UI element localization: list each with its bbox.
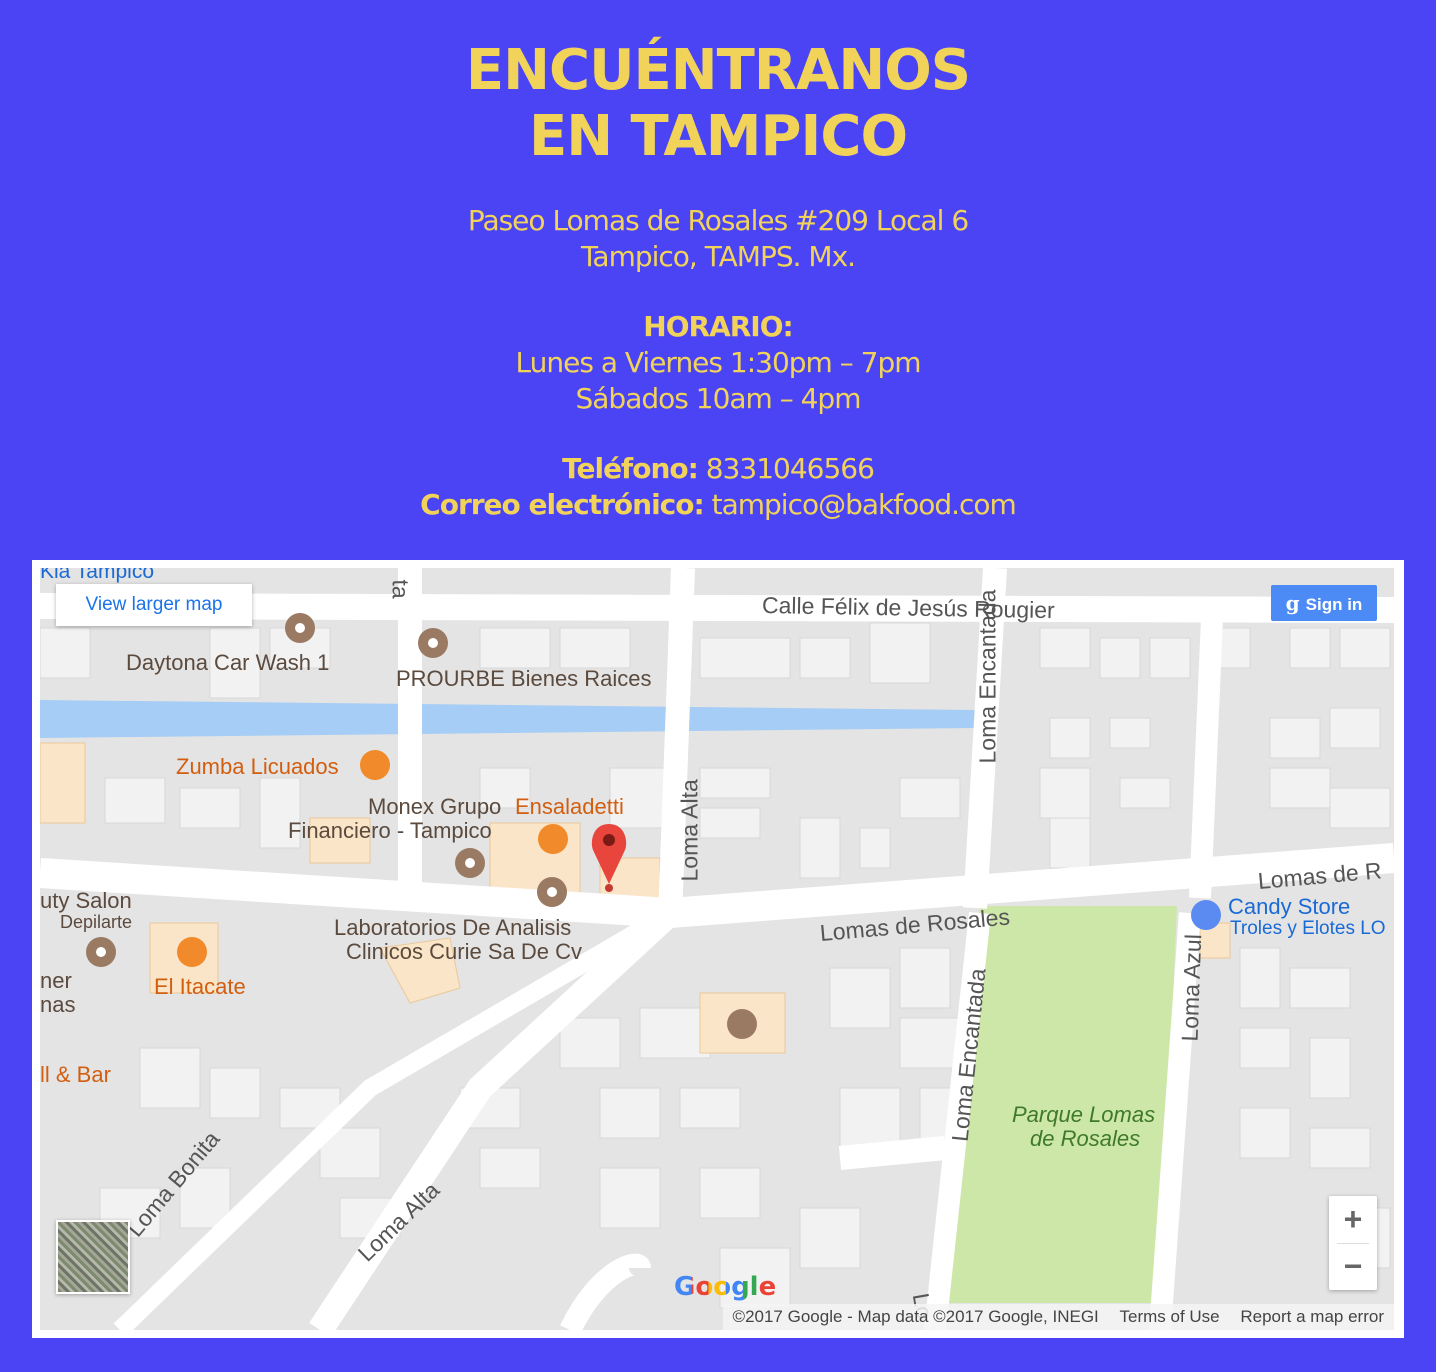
sign-in-button[interactable]: g Sign in (1271, 585, 1377, 621)
poi-daytona[interactable]: Daytona Car Wash 1 (126, 650, 329, 676)
title-line-1: ENCUÉNTRANOS (465, 38, 971, 103)
report-error-link[interactable]: Report a map error (1232, 1307, 1384, 1326)
road-felix: Calle Félix de Jesús Rougier (761, 592, 1055, 624)
road-azul: Loma Azul (1176, 933, 1207, 1042)
page-title: ENCUÉNTRANOS EN TAMPICO (0, 38, 1436, 170)
poi-monex-line1[interactable]: Monex Grupo (368, 794, 501, 820)
poi-ensaladetti[interactable]: Ensaladetti (515, 794, 624, 820)
poi-partial-nas[interactable]: nas (40, 992, 75, 1018)
poi-salon-line2[interactable]: Depilarte (60, 912, 132, 933)
poi-lab-line2[interactable]: Clinicos Curie Sa De Cv (346, 939, 582, 965)
title-line-2: EN TAMPICO (528, 104, 908, 169)
poi-troles[interactable]: Troles y Elotes LO (1230, 918, 1386, 940)
poi-zumba[interactable]: Zumba Licuados (176, 754, 339, 780)
zoom-out-button[interactable]: − (1329, 1243, 1377, 1290)
hours-label: HORARIO: (643, 310, 793, 343)
poi-kia-tampico[interactable]: Kia Tampico (40, 568, 154, 584)
address-line-2: Tampico, TAMPS. Mx. (580, 240, 856, 273)
poi-candy-store[interactable]: Candy Store (1228, 894, 1350, 920)
google-wordmark: Google (674, 1272, 777, 1302)
poi-lab-line1[interactable]: Laboratorios De Analisis (334, 915, 571, 941)
phone-value[interactable]: 8331046566 (698, 452, 875, 485)
road-encantada-top: Loma Encantada (974, 589, 1001, 764)
road-ta: ta (387, 579, 414, 599)
poi-partial-bar[interactable]: ll & Bar (40, 1062, 111, 1088)
hours-saturday: Sábados 10am – 4pm (575, 382, 862, 415)
hours-weekday: Lunes a Viernes 1:30pm – 7pm (515, 346, 922, 379)
map-copyright: ©2017 Google - Map data ©2017 Google, IN… (732, 1307, 1099, 1326)
poi-park-line2[interactable]: de Rosales (1030, 1126, 1140, 1152)
map-footer: ©2017 Google - Map data ©2017 Google, IN… (722, 1304, 1394, 1330)
satellite-toggle[interactable] (56, 1220, 130, 1294)
email-label: Correo electrónico: (420, 488, 705, 521)
poi-monex-line2[interactable]: Financiero - Tampico (288, 818, 492, 844)
google-g-icon: g (1285, 591, 1300, 615)
address-line-1: Paseo Lomas de Rosales #209 Local 6 (467, 204, 969, 237)
poi-el-itacate[interactable]: El Itacate (154, 974, 246, 1000)
poi-partial-ner[interactable]: ner (40, 968, 72, 994)
view-larger-map-link[interactable]: View larger map (56, 584, 252, 626)
hours-heading: HORARIO: (0, 310, 1436, 343)
zoom-in-button[interactable]: + (1329, 1196, 1377, 1243)
embedded-map[interactable]: Kia Tampico Daytona Car Wash 1 PROURBE B… (40, 568, 1394, 1330)
email-line: Correo electrónico: tampico@bakfood.com (0, 488, 1436, 521)
terms-of-use-link[interactable]: Terms of Use (1112, 1307, 1220, 1326)
phone-line: Teléfono: 8331046566 (0, 452, 1436, 485)
phone-label: Teléfono: (562, 452, 699, 485)
sign-in-label: Sign in (1305, 595, 1363, 614)
poi-park-line1[interactable]: Parque Lomas (1012, 1102, 1155, 1128)
zoom-control: + − (1329, 1196, 1377, 1290)
canal (40, 700, 976, 738)
poi-prourbe[interactable]: PROURBE Bienes Raices (396, 666, 652, 692)
google-logo: Google (674, 1272, 776, 1302)
email-link[interactable]: tampico@bakfood.com (704, 488, 1017, 521)
poi-salon-line1[interactable]: uty Salon (40, 888, 132, 914)
road-alta-top: Loma Alta (676, 779, 703, 882)
zoom-separator (1337, 1243, 1369, 1244)
